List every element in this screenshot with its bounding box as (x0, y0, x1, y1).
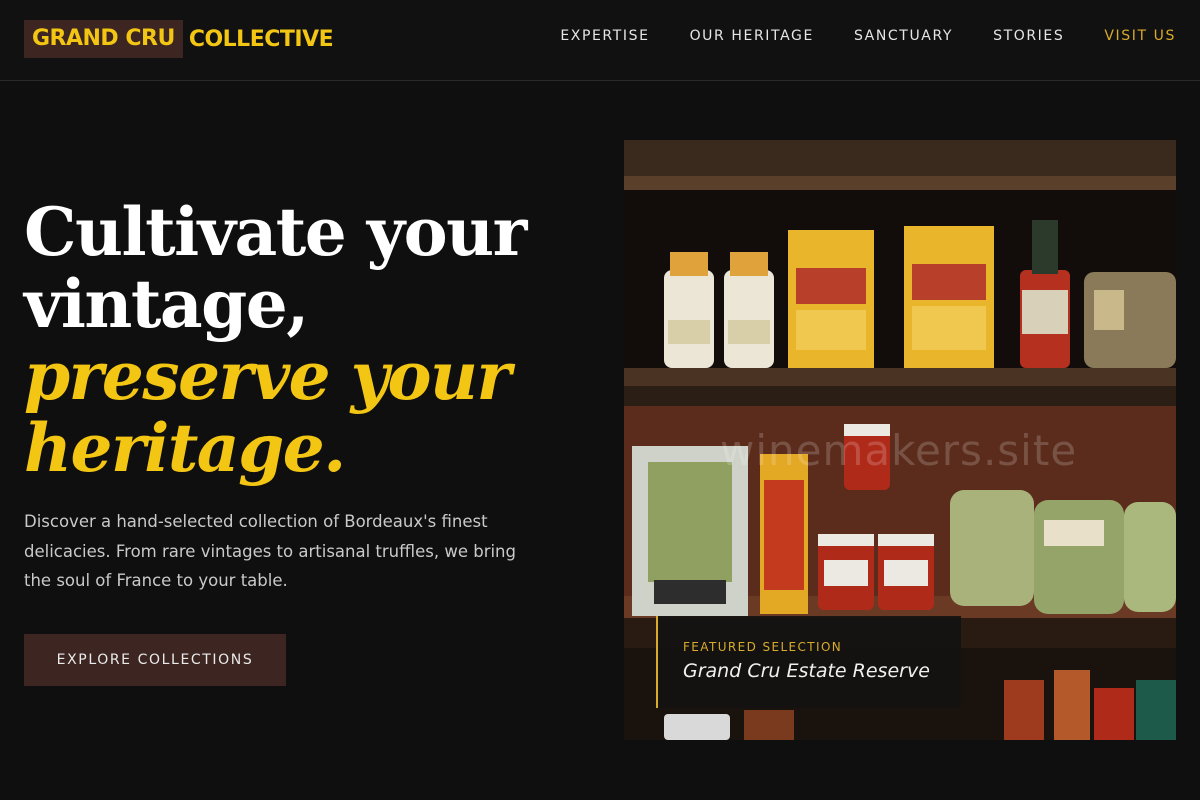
hero-description: Discover a hand-selected collection of B… (24, 512, 516, 590)
headline-line-1: Cultivate your (24, 193, 527, 271)
logo[interactable]: GRAND CRU COLLECTIVE (24, 20, 334, 58)
nav-stories[interactable]: STORIES (993, 28, 1064, 44)
nav-visit-us[interactable]: VISIT US (1104, 28, 1176, 44)
headline-accent-1: preserve your (24, 337, 511, 415)
vegetable-paste-box (760, 454, 808, 614)
bottle-right (724, 252, 774, 368)
explore-collections-button[interactable]: EXPLORE COLLECTIONS (24, 634, 286, 686)
featured-label: FEATURED SELECTION (683, 640, 843, 654)
logo-box: GRAND CRU (24, 20, 183, 58)
nav-our-heritage[interactable]: OUR HERITAGE (690, 28, 814, 44)
headline-line-2: vintage, (24, 265, 309, 343)
nav-sanctuary[interactable]: SANCTUARY (854, 28, 953, 44)
hero-headline: Cultivate your vintage, preserve your he… (24, 196, 584, 484)
site-header: GRAND CRU COLLECTIVE EXPERTISE OUR HERIT… (0, 0, 1200, 81)
pasta-bags-top (1084, 272, 1176, 368)
polenta-bag-2 (904, 226, 994, 368)
nav-expertise[interactable]: EXPERTISE (560, 28, 649, 44)
polenta-bag-1 (788, 230, 874, 368)
featured-title: Grand Cru Estate Reserve (683, 660, 930, 682)
main-nav: EXPERTISE OUR HERITAGE SANCTUARY STORIES… (560, 28, 1176, 44)
pasta-bags-bottom (950, 490, 1176, 614)
logo-text: COLLECTIVE (188, 26, 334, 52)
bottle-left (664, 252, 714, 368)
headline-accent-2: heritage. (24, 409, 346, 487)
featured-selection-card[interactable]: FEATURED SELECTION Grand Cru Estate Rese… (656, 616, 961, 708)
watermark-text: winemakers.site (720, 426, 1078, 475)
